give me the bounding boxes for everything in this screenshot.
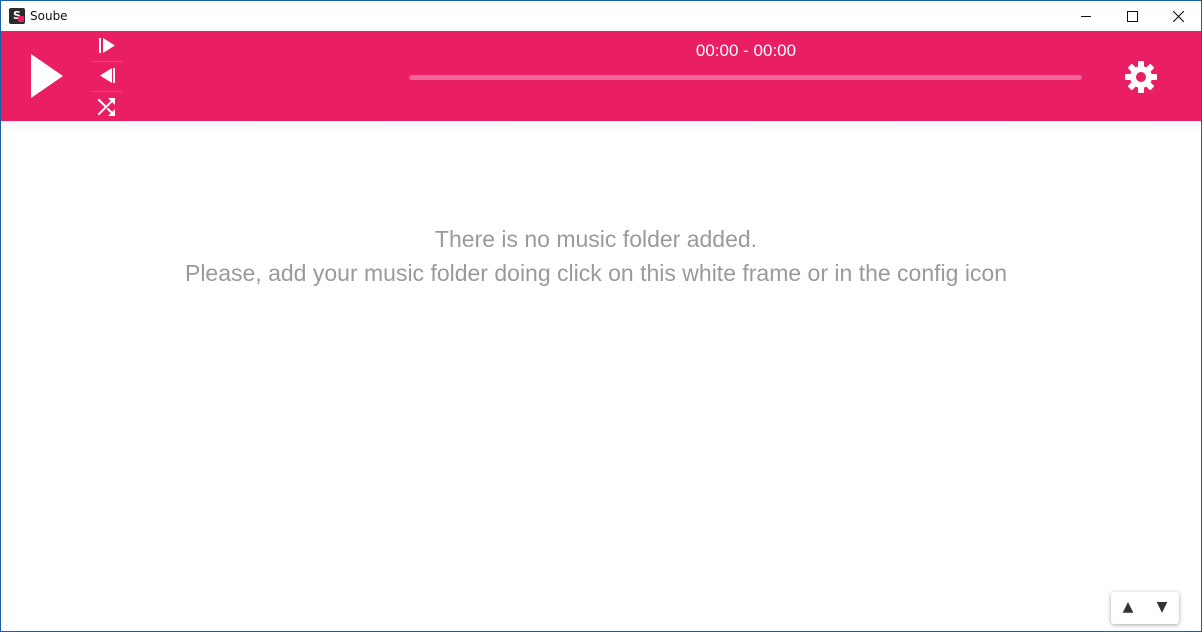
close-button[interactable] xyxy=(1155,1,1201,31)
scroll-up-button[interactable]: ▲ xyxy=(1111,592,1145,624)
empty-state-message: There is no music folder added. Please, … xyxy=(1,222,1191,290)
play-button[interactable] xyxy=(25,51,67,101)
shuffle-icon xyxy=(97,98,115,116)
empty-state-title: There is no music folder added. xyxy=(434,226,758,252)
player-bar: 00:00 - 00:00 xyxy=(1,31,1201,121)
empty-state-hint: Please, add your music folder doing clic… xyxy=(184,260,1008,286)
window-title: Soube xyxy=(30,9,68,23)
scroll-controls: ▲ ▼ xyxy=(1111,592,1179,624)
play-icon xyxy=(31,54,63,98)
app-logo-icon: S xyxy=(9,8,25,24)
minimize-button[interactable] xyxy=(1063,1,1109,31)
maximize-icon xyxy=(1127,11,1138,22)
scroll-down-button[interactable]: ▼ xyxy=(1145,592,1179,624)
previous-icon xyxy=(100,68,115,83)
previous-button[interactable] xyxy=(92,61,122,91)
title-bar: S Soube xyxy=(1,1,1201,31)
time-display: 00:00 - 00:00 xyxy=(695,41,797,60)
settings-button[interactable] xyxy=(1123,59,1159,95)
gear-icon xyxy=(1125,61,1157,93)
next-button[interactable] xyxy=(92,31,122,61)
next-icon xyxy=(99,38,115,53)
progress-bar[interactable] xyxy=(409,75,1082,80)
app-window: S Soube 00:00 - 00:00 There is no music … xyxy=(0,0,1202,632)
music-folder-drop-zone[interactable]: There is no music folder added. Please, … xyxy=(1,121,1201,631)
close-icon xyxy=(1173,11,1184,22)
shuffle-button[interactable] xyxy=(92,91,122,121)
maximize-button[interactable] xyxy=(1109,1,1155,31)
minimize-icon xyxy=(1081,16,1091,17)
